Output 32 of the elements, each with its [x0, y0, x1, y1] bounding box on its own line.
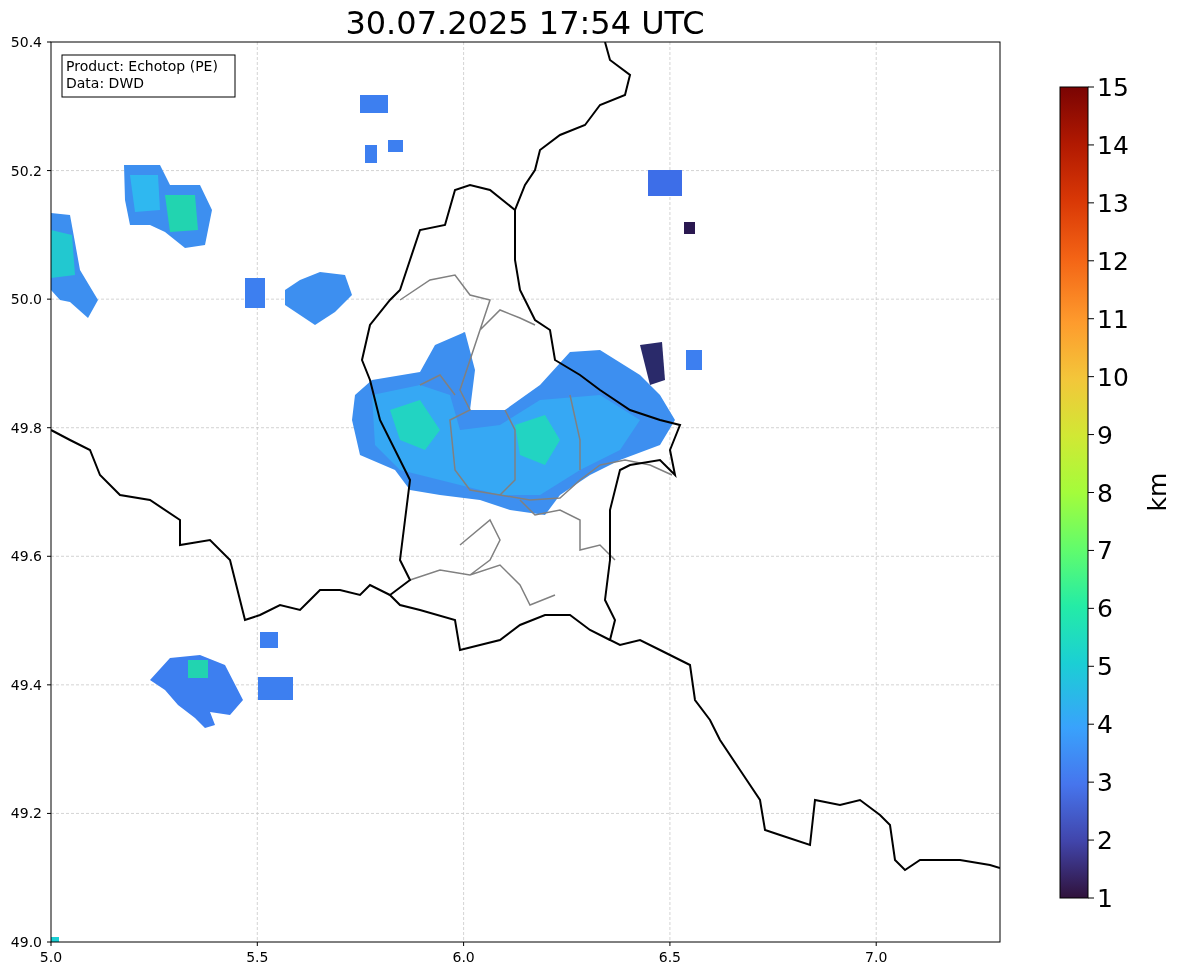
axis-tick-label: 5.5: [246, 949, 269, 965]
colorbar-tick-label: 10: [1097, 362, 1129, 392]
colorbar-tick-label: 15: [1097, 73, 1129, 102]
info-text: Data: DWD: [66, 75, 144, 91]
axis-tick-label: 49.6: [10, 548, 42, 565]
axis-tick-label: 49.8: [10, 419, 42, 436]
colorbar-tick-label: 9: [1097, 420, 1113, 450]
axis-tick-label: 7.0: [865, 949, 888, 965]
colorbar-tick-label: 4: [1097, 710, 1113, 740]
axis-tick-label: 50.2: [10, 162, 42, 179]
axis-tick-label: 49.4: [10, 676, 42, 693]
colorbar-label: km: [1143, 472, 1172, 512]
axis-tick-label: 6.0: [452, 949, 475, 965]
colorbar-tick-label: 8: [1097, 478, 1113, 508]
colorbar-tick-label: 2: [1097, 826, 1113, 856]
info-text: Product: Echotop (PE): [66, 58, 218, 74]
colorbar-tick-label: 13: [1097, 188, 1129, 218]
chart-title: 30.07.2025 17:54 UTC: [345, 4, 705, 42]
axis-tick-label: 6.5: [658, 949, 682, 965]
axis-tick-label: 49.2: [10, 805, 42, 822]
colorbar-tick-label: 1: [1097, 884, 1113, 913]
colorbar-tick-label: 7: [1097, 536, 1113, 566]
colorbar-tick-label: 14: [1097, 130, 1129, 160]
axis-tick-label: 5.0: [39, 949, 63, 965]
colorbar-tick-label: 12: [1097, 246, 1129, 276]
axis-tick-label: 49.0: [10, 934, 42, 950]
colorbar-tick-label: 5: [1097, 652, 1113, 682]
colorbar-tick-label: 11: [1097, 304, 1129, 334]
axis-tick-label: 50.0: [10, 291, 42, 308]
colorbar-tick-label: 6: [1097, 594, 1113, 624]
axis-tick-label: 50.4: [10, 34, 42, 50]
colorbar-tick-label: 3: [1097, 768, 1113, 798]
